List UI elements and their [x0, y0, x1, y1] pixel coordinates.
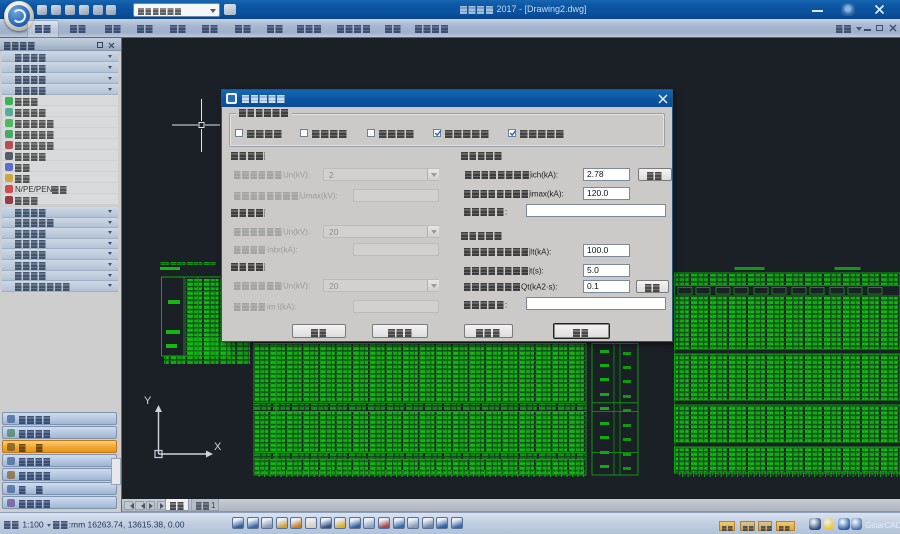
svg-text:Y: Y — [144, 395, 152, 407]
svg-text:X: X — [214, 441, 222, 453]
